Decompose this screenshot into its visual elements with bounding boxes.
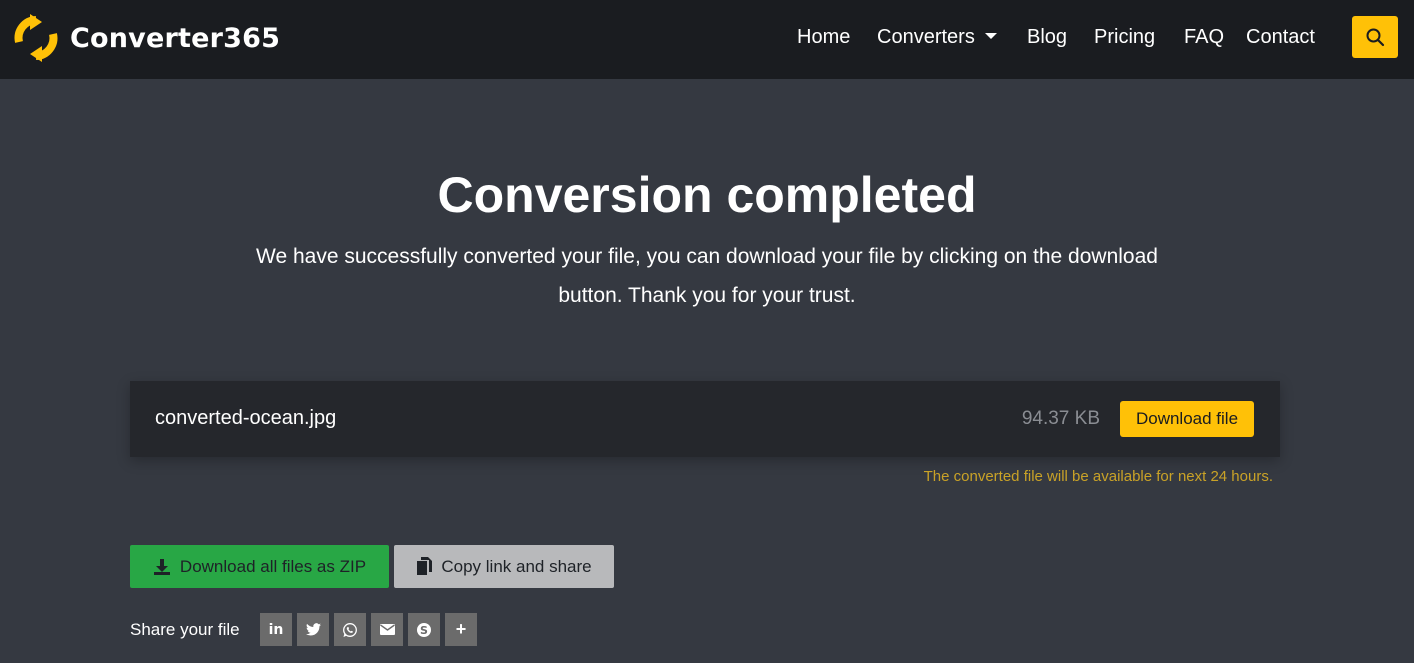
file-size: 94.37 KB xyxy=(1021,408,1100,429)
file-card: converted-ocean.jpg 94.37 KB Download fi… xyxy=(130,381,1280,457)
share-icons: in S + xyxy=(260,613,482,646)
refresh-arrows-icon xyxy=(14,14,58,62)
navbar: Converter365 Home Converters Blog Pricin… xyxy=(0,0,1414,79)
linkedin-icon[interactable]: in xyxy=(260,613,292,646)
skype-icon[interactable]: S xyxy=(408,613,440,646)
search-button[interactable] xyxy=(1352,16,1398,58)
nav-converters[interactable]: Converters xyxy=(877,24,997,50)
nav-pricing[interactable]: Pricing xyxy=(1094,24,1155,50)
nav-blog[interactable]: Blog xyxy=(1027,24,1067,50)
download-icon xyxy=(153,558,171,576)
nav-converters-label: Converters xyxy=(877,26,975,48)
caret-down-icon xyxy=(984,32,997,39)
logo[interactable]: Converter365 xyxy=(10,12,280,64)
nav-contact[interactable]: Contact xyxy=(1246,24,1315,50)
copy-link-label: Copy link and share xyxy=(441,556,592,576)
email-icon[interactable] xyxy=(371,613,403,646)
svg-text:S: S xyxy=(420,624,428,637)
twitter-icon[interactable] xyxy=(297,613,329,646)
download-zip-label: Download all files as ZIP xyxy=(179,556,367,576)
download-file-button[interactable]: Download file xyxy=(1120,401,1254,437)
download-zip-button[interactable]: Download all files as ZIP xyxy=(130,545,389,588)
plus-icon[interactable]: + xyxy=(445,613,477,646)
file-name: converted-ocean.jpg xyxy=(155,407,337,429)
brand-name: Converter365 xyxy=(70,22,281,54)
nav-faq[interactable]: FAQ xyxy=(1184,24,1224,50)
whatsapp-icon[interactable] xyxy=(334,613,366,646)
page-subtitle: We have successfully converted your file… xyxy=(256,245,1158,307)
copy-icon xyxy=(416,557,433,576)
search-icon xyxy=(1366,28,1385,47)
share-label: Share your file xyxy=(130,620,240,639)
copy-link-button[interactable]: Copy link and share xyxy=(394,545,614,588)
availability-note: The converted file will be available for… xyxy=(923,468,1273,485)
nav-home[interactable]: Home xyxy=(797,24,850,50)
page-title: Conversion completed xyxy=(437,167,977,223)
